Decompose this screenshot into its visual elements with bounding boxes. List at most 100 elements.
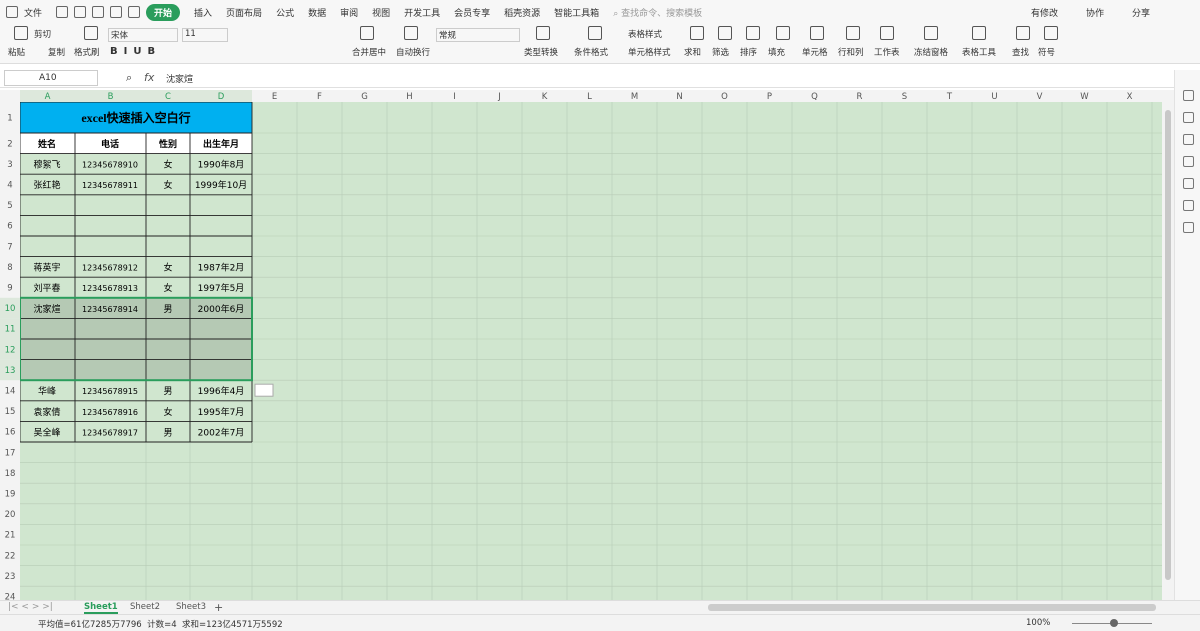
table-row[interactable] [20,215,252,236]
ribbon-worksheet[interactable]: 工作表 [874,46,900,58]
ribbon-icon[interactable] [810,26,824,40]
column-header[interactable]: G [361,92,368,102]
ribbon-icon[interactable] [360,26,374,40]
table-cell[interactable]: 12345678917 [82,428,138,437]
quick-access-icon[interactable] [92,6,105,18]
ribbon-cut[interactable]: 剪切 [34,28,51,40]
ribbon-rowcol[interactable]: 行和列 [838,46,864,58]
column-header[interactable]: S [902,92,907,102]
table-cell[interactable]: 12345678916 [82,408,138,417]
ribbon-icon[interactable] [14,26,28,40]
row-header[interactable]: 10 [5,304,16,314]
table-cell[interactable]: 2002年7月 [198,426,245,438]
sheet-tab[interactable]: Sheet3 [176,602,206,612]
table-cell[interactable]: 12345678910 [82,161,138,170]
zoom-level[interactable]: 100% [1026,618,1050,628]
row-header[interactable]: 17 [5,448,16,458]
table-cell[interactable]: 女 [163,282,172,294]
menu-item[interactable]: 视图 [372,6,390,19]
ribbon-icon[interactable] [1044,26,1058,40]
row-header[interactable]: 8 [7,263,12,273]
column-header[interactable]: E [272,92,277,102]
row-header[interactable]: 2 [7,139,12,149]
table-cell[interactable]: 张红艳 [33,179,60,191]
row-header[interactable]: 24 [5,593,16,601]
formula-input[interactable]: 沈家煊 [166,72,193,85]
column-header[interactable]: A [45,92,51,102]
paste-options-icon[interactable] [254,383,274,397]
row-header[interactable]: 4 [7,181,12,191]
ribbon-icon[interactable] [1016,26,1030,40]
menu-item[interactable]: 开始 [146,3,181,21]
table-cell[interactable]: 男 [163,427,172,438]
side-tool-icon[interactable] [1183,222,1194,233]
row-header[interactable]: 14 [5,387,16,397]
table-cell[interactable]: 女 [163,159,172,171]
sheet-nav-icons[interactable]: |< < > >| [8,602,53,612]
font-name-select[interactable]: 宋体 [108,28,178,42]
table-cell[interactable]: 华峰 [38,385,56,397]
table-cell[interactable]: 穆絮飞 [33,159,60,171]
ribbon-wrap[interactable]: 自动换行 [396,46,430,58]
zoom-formula-icon[interactable]: ⌕ [126,71,132,85]
column-header[interactable]: M [631,92,638,102]
table-row[interactable] [20,236,252,257]
row-header[interactable]: 19 [5,490,16,500]
menu-right-item[interactable]: 分享 [1132,6,1150,19]
ribbon-cell[interactable]: 单元格 [802,46,828,58]
ribbon-find[interactable]: 查找 [1012,46,1029,58]
quick-access-icon[interactable] [128,6,141,18]
table-cell[interactable]: 2000年6月 [198,303,245,315]
menu-right-item[interactable]: 协作 [1086,6,1104,19]
side-tool-icon[interactable] [1183,134,1194,145]
menu-item[interactable]: 智能工具箱 [554,6,599,19]
column-header[interactable]: C [165,92,171,102]
table-cell[interactable]: 女 [163,179,172,191]
ribbon-convert[interactable]: 类型转换 [524,46,558,58]
column-header[interactable]: P [767,92,772,102]
table-cell[interactable]: 袁家倩 [33,406,60,418]
column-header[interactable]: J [497,92,501,102]
table-cell[interactable]: 吴全峰 [33,426,60,438]
ribbon-sort[interactable]: 排序 [740,46,757,58]
table-cell[interactable]: 12345678913 [82,284,138,293]
ribbon-format-painter[interactable]: 格式刷 [74,46,100,58]
table-cell[interactable]: 男 [163,386,172,397]
ribbon-freeze[interactable]: 冻结窗格 [914,46,948,58]
ribbon-icon[interactable] [776,26,790,40]
row-header[interactable]: 22 [5,551,16,561]
ribbon-cell-style[interactable]: 单元格样式 [628,46,671,58]
zoom-slider-thumb[interactable] [1110,619,1118,627]
row-header[interactable]: 7 [7,242,12,252]
font-size-select[interactable]: 11 [182,28,228,42]
ribbon-paste[interactable]: 粘贴 [8,46,25,58]
table-cell[interactable]: 1996年4月 [198,385,245,397]
ribbon-fill[interactable]: 填充 [768,46,785,58]
ribbon-filter[interactable]: 筛选 [712,46,729,58]
fx-icon[interactable]: fx [144,71,154,84]
menu-item[interactable]: 开发工具 [404,6,440,19]
table-cell[interactable]: 1997年5月 [198,282,245,294]
menu-item[interactable]: 数据 [308,6,326,19]
grid-canvas[interactable]: excel快速插入空白行姓名 电话 性别 出生年月穆絮飞 12345678910 女 199… [0,90,1162,600]
row-header[interactable]: 20 [5,510,16,520]
column-header[interactable]: N [676,92,682,102]
menu-item[interactable]: 会员专享 [454,6,490,19]
side-tool-icon[interactable] [1183,156,1194,167]
table-cell[interactable]: 女 [163,406,172,418]
row-header[interactable]: 12 [5,345,16,355]
column-header[interactable]: W [1080,92,1089,102]
table-cell[interactable]: 女 [163,262,172,274]
ribbon-icon[interactable] [84,26,98,40]
column-header[interactable]: L [587,92,592,102]
table-row[interactable] [20,195,252,216]
row-header[interactable]: 11 [5,325,16,335]
column-header[interactable]: X [1127,92,1133,102]
row-header[interactable]: 9 [7,284,12,294]
ribbon-symbol[interactable]: 符号 [1038,46,1055,58]
ribbon-icon[interactable] [880,26,894,40]
side-tool-icon[interactable] [1183,90,1194,101]
row-header[interactable]: 18 [5,469,16,479]
side-tool-icon[interactable] [1183,200,1194,211]
ribbon-copy[interactable]: 复制 [48,46,65,58]
